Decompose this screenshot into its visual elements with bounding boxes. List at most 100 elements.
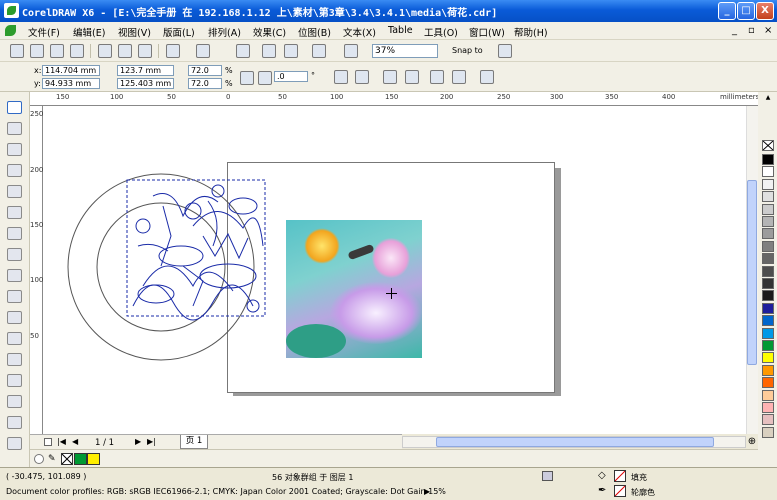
color-profiles-info[interactable]: Document color profiles: RGB: sRGB IEC61… xyxy=(6,487,446,496)
palette-swatch[interactable] xyxy=(762,216,774,227)
last-page-icon[interactable]: ▶| xyxy=(147,437,156,446)
zoom-tool-icon[interactable] xyxy=(7,164,22,177)
yellow-swatch[interactable] xyxy=(87,453,100,465)
next-page-icon[interactable]: ▶ xyxy=(135,437,141,446)
palette-swatch[interactable] xyxy=(762,166,774,178)
height-field[interactable]: 125.403 mm xyxy=(117,78,174,89)
palette-swatch[interactable] xyxy=(762,265,774,277)
page-tab-1[interactable]: 页 1 xyxy=(180,435,208,449)
palette-swatch[interactable] xyxy=(762,377,774,389)
outline-pen-tool-icon[interactable] xyxy=(7,437,22,450)
first-page-icon[interactable]: |◀ xyxy=(57,437,66,446)
shape-tool-icon[interactable] xyxy=(7,122,22,135)
import-icon[interactable] xyxy=(262,44,276,58)
save-icon[interactable] xyxy=(50,44,64,58)
doc-close-button[interactable]: × xyxy=(764,25,772,36)
palette-swatch[interactable] xyxy=(762,352,774,364)
lock-ratio-icon[interactable] xyxy=(240,71,254,85)
palette-swatch[interactable] xyxy=(762,191,774,203)
menu-file[interactable]: 文件(F) xyxy=(28,25,60,39)
y-position-field[interactable]: 94.933 mm xyxy=(42,78,100,89)
close-button[interactable]: X xyxy=(756,2,774,20)
doc-restore-button[interactable]: ▫ xyxy=(748,25,755,36)
palette-swatch[interactable] xyxy=(762,302,774,314)
dimension-tool-icon[interactable] xyxy=(7,353,22,366)
options-icon[interactable] xyxy=(498,44,512,58)
welcome-screen-icon[interactable] xyxy=(344,44,358,58)
mirror-vertical-icon[interactable] xyxy=(355,70,369,84)
export-icon[interactable] xyxy=(284,44,298,58)
application-launcher-icon[interactable] xyxy=(312,44,326,58)
palette-swatch[interactable] xyxy=(762,414,774,426)
menu-edit[interactable]: 编辑(E) xyxy=(73,25,105,39)
horizontal-ruler[interactable]: 150 100 50 0 50 100 150 200 250 300 350 … xyxy=(30,92,759,106)
freehand-tool-icon[interactable] xyxy=(7,185,22,198)
palette-swatch[interactable] xyxy=(762,240,774,252)
copy-icon[interactable] xyxy=(118,44,132,58)
ellipse-tool-icon[interactable] xyxy=(7,248,22,261)
no-fill-swatch[interactable] xyxy=(61,453,73,465)
vertical-ruler[interactable]: 250 200 150 100 50 xyxy=(30,106,43,434)
navigator-icon[interactable]: ⊕ xyxy=(746,436,758,448)
menu-arrange[interactable]: 排列(A) xyxy=(208,25,241,39)
group-icon[interactable] xyxy=(383,70,397,84)
cut-icon[interactable] xyxy=(98,44,112,58)
color-proof-icon[interactable] xyxy=(542,471,553,481)
menu-bitmaps[interactable]: 位图(B) xyxy=(298,25,331,39)
drawing-canvas[interactable] xyxy=(43,106,746,434)
eyedropper-icon[interactable]: ✎ xyxy=(48,454,58,464)
fill-none-swatch[interactable] xyxy=(614,470,626,482)
connector-tool-icon[interactable] xyxy=(7,374,22,387)
undo-icon[interactable] xyxy=(166,44,180,58)
palette-menu-icon[interactable] xyxy=(34,454,44,464)
menu-table[interactable]: Table xyxy=(388,25,413,36)
redo-icon[interactable] xyxy=(196,44,210,58)
menu-text[interactable]: 文本(X) xyxy=(343,25,376,39)
palette-scroll-up-icon[interactable]: ▲ xyxy=(763,94,773,101)
text-tool-icon[interactable] xyxy=(7,311,22,324)
palette-swatch[interactable] xyxy=(762,389,774,401)
scale-height-field[interactable]: 72.0 xyxy=(188,78,222,89)
eyedropper-tool-icon[interactable] xyxy=(7,416,22,429)
palette-swatch[interactable] xyxy=(762,327,774,339)
break-apart-icon[interactable] xyxy=(452,70,466,84)
outline-none-swatch[interactable] xyxy=(614,485,626,497)
palette-swatch[interactable] xyxy=(762,340,774,351)
palette-swatch[interactable] xyxy=(762,290,774,302)
scale-width-field[interactable]: 72.0 xyxy=(188,65,222,76)
palette-swatch[interactable] xyxy=(762,402,774,413)
palette-swatch[interactable] xyxy=(762,228,774,240)
palette-swatch[interactable] xyxy=(762,315,774,327)
document-icon[interactable] xyxy=(5,25,16,36)
menu-view[interactable]: 视图(V) xyxy=(118,25,151,39)
pick-tool-icon[interactable] xyxy=(7,101,22,114)
coreldraw-app-icon[interactable] xyxy=(4,3,19,18)
add-page-icon[interactable] xyxy=(44,438,52,446)
interactive-effects-tool-icon[interactable] xyxy=(7,395,22,408)
vertical-scroll-thumb[interactable] xyxy=(747,180,757,365)
menu-window[interactable]: 窗口(W) xyxy=(469,25,505,39)
palette-swatch[interactable] xyxy=(762,154,774,165)
profiles-arrow-icon[interactable]: ▶ xyxy=(424,487,430,496)
print-icon[interactable] xyxy=(70,44,84,58)
horizontal-scroll-thumb[interactable] xyxy=(436,437,714,447)
menu-help[interactable]: 帮助(H) xyxy=(514,25,548,39)
doc-minimize-button[interactable]: _ xyxy=(732,25,737,36)
maximize-button[interactable]: □ xyxy=(737,2,755,20)
menu-effects[interactable]: 效果(C) xyxy=(253,25,286,39)
prev-page-icon[interactable]: ◀ xyxy=(72,437,78,446)
rotate-icon[interactable] xyxy=(258,71,272,85)
palette-swatch[interactable] xyxy=(762,364,774,376)
palette-swatch[interactable] xyxy=(762,203,774,215)
zoom-level-select[interactable]: 37% xyxy=(372,44,438,58)
rotation-angle-field[interactable]: .0 xyxy=(274,71,308,82)
mirror-horizontal-icon[interactable] xyxy=(334,70,348,84)
menu-tools[interactable]: 工具(O) xyxy=(424,25,458,39)
align-distribute-icon[interactable] xyxy=(480,70,494,84)
menu-layout[interactable]: 版面(L) xyxy=(163,25,195,39)
basic-shapes-tool-icon[interactable] xyxy=(7,290,22,303)
search-content-icon[interactable] xyxy=(236,44,250,58)
new-icon[interactable] xyxy=(10,44,24,58)
table-tool-icon[interactable] xyxy=(7,332,22,345)
polygon-tool-icon[interactable] xyxy=(7,269,22,282)
